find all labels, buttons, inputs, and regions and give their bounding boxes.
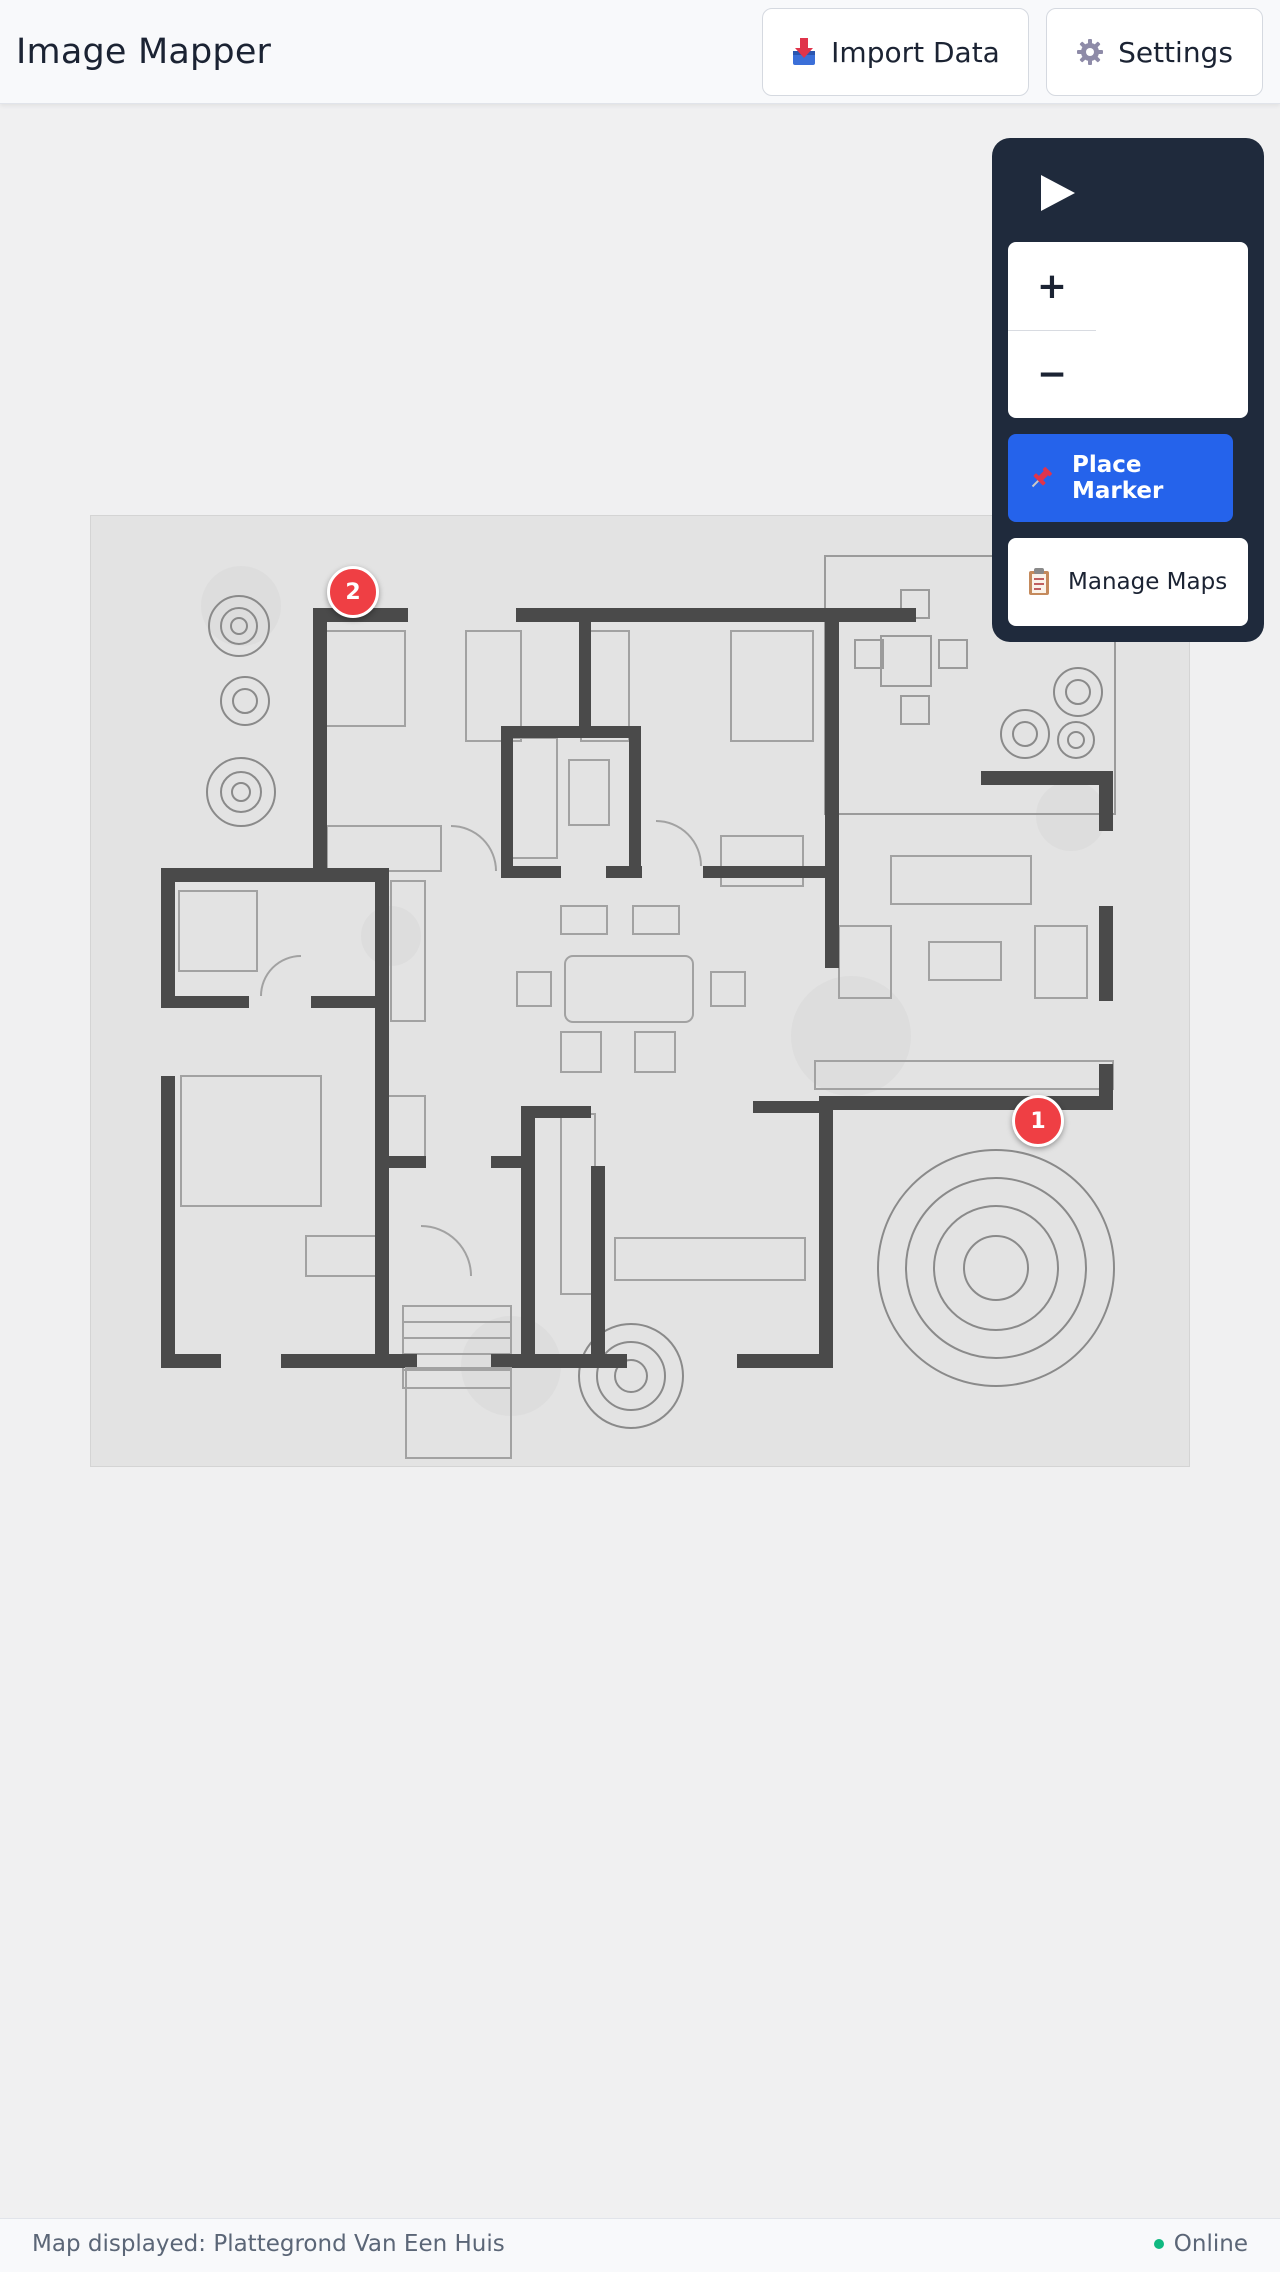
place-marker-button[interactable]: Place Marker: [1008, 434, 1233, 522]
status-label: Online: [1173, 2231, 1248, 2257]
map-displayed-text: Map displayed: Plattegrond Van Een Huis: [32, 2231, 505, 2257]
toggle-panel-button[interactable]: [1032, 170, 1082, 220]
map-marker-1[interactable]: 1: [1012, 1095, 1064, 1147]
import-data-label: Import Data: [831, 35, 1000, 69]
status-bar: Map displayed: Plattegrond Van Een Huis …: [0, 2218, 1280, 2272]
play-triangle-icon: [1039, 175, 1075, 215]
zoom-in-button[interactable]: +: [1008, 242, 1096, 331]
floor-plan-image[interactable]: [90, 515, 1190, 1467]
connection-status: Online: [1153, 2231, 1248, 2257]
zoom-controls: + −: [1008, 242, 1248, 418]
status-dot-icon: [1153, 2239, 1164, 2249]
settings-label: Settings: [1118, 35, 1233, 69]
app-title: Image Mapper: [16, 32, 272, 72]
map-control-panel: + − Place Marker Manage Maps: [992, 138, 1264, 642]
gear-icon: [1076, 38, 1104, 66]
map-marker-2[interactable]: 2: [327, 566, 379, 618]
place-marker-label: Place Marker: [1072, 452, 1164, 504]
clipboard-icon: [1028, 568, 1050, 596]
pushpin-icon: [1028, 465, 1054, 491]
manage-maps-label: Manage Maps: [1068, 569, 1228, 595]
settings-button[interactable]: Settings: [1046, 8, 1263, 96]
zoom-out-button[interactable]: −: [1008, 330, 1096, 418]
import-data-button[interactable]: Import Data: [762, 8, 1029, 96]
app-header: Image Mapper Import Data Settings: [0, 0, 1280, 104]
import-tray-icon: [791, 37, 817, 67]
manage-maps-button[interactable]: Manage Maps: [1008, 538, 1248, 626]
